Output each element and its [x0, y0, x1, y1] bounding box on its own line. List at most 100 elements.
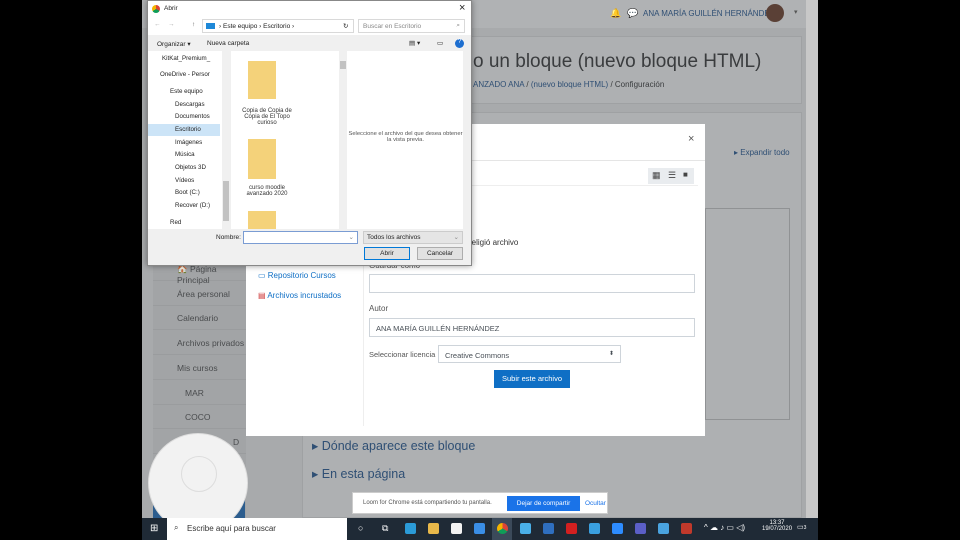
chrome-icon[interactable]: [497, 523, 508, 534]
new-folder-button[interactable]: Nueva carpeta: [207, 40, 249, 47]
author-label: Autor: [369, 304, 389, 313]
stop-sharing-button[interactable]: Dejar de compartir: [507, 496, 580, 511]
search-icon: ⌕: [456, 22, 460, 29]
nav-item-videos[interactable]: Vídeos: [175, 177, 194, 184]
nav-item-music[interactable]: Música: [175, 151, 195, 158]
system-tray-icons[interactable]: ^ ☁ ♪ ▭ ◁): [704, 523, 745, 532]
folder-icon[interactable]: [248, 61, 276, 99]
scrollbar[interactable]: [806, 0, 818, 518]
windows-start-icon[interactable]: ⊞: [150, 523, 158, 534]
nav-item-drive-d[interactable]: Recover (D:): [175, 202, 210, 209]
file-item-name[interactable]: curso moodle avanzado 2020: [237, 185, 297, 197]
app-icon[interactable]: [658, 523, 669, 534]
save-as-input[interactable]: [369, 274, 695, 293]
edge-icon[interactable]: [405, 523, 416, 534]
file-item-name[interactable]: Copia de Copia de Copia de El Topo curio…: [237, 108, 297, 126]
nav-item-onedrive[interactable]: OneDrive - Persor: [160, 71, 210, 78]
repo-cursos-link[interactable]: ▭ Repositorio Cursos: [258, 271, 336, 280]
task-view-icon[interactable]: ⧉: [382, 523, 388, 534]
expand-all-link[interactable]: ▸ Expandir todo: [734, 148, 790, 157]
file-explorer-icon[interactable]: [428, 523, 439, 534]
sidebar-item-calendar[interactable]: Calendario: [153, 306, 246, 330]
sidebar-item-my-courses[interactable]: Mis cursos: [153, 356, 246, 380]
taskbar-search-input[interactable]: ⌕ Escribe aquí para buscar: [167, 518, 347, 540]
breadcrumb: ANZADO ANA / (nuevo bloque HTML) / Confi…: [473, 80, 665, 89]
bell-icon[interactable]: 🔔: [610, 8, 621, 19]
winrar-icon[interactable]: [681, 523, 692, 534]
taskbar: ⊞ ⌕ Escribe aquí para buscar ○ ⧉ ^ ☁ ♪ ▭ …: [142, 518, 818, 540]
forward-icon[interactable]: →: [168, 21, 175, 28]
chat-icon[interactable]: 💬: [627, 8, 638, 19]
address-bar[interactable]: › Este equipo › Escritorio › ↻: [202, 19, 354, 33]
license-label: Seleccionar licencia: [369, 350, 436, 359]
teams-icon[interactable]: [635, 523, 646, 534]
nav-item-this-pc[interactable]: Este equipo: [170, 88, 203, 95]
preview-pane-icon[interactable]: ▭: [437, 39, 443, 47]
nav-item-network[interactable]: Red: [170, 219, 181, 226]
user-name[interactable]: ANA MARÍA GUILLÉN HERNÁNDEZ: [643, 9, 775, 18]
nav-item[interactable]: KitKat_Premium_: [162, 55, 210, 62]
cancel-button[interactable]: Cancelar: [417, 247, 463, 260]
hide-button[interactable]: Ocultar: [585, 500, 606, 507]
loom-sharing-bar: Loom for Chrome está compartiendo tu pan…: [352, 492, 608, 514]
breadcrumb-link[interactable]: ANZADO ANA: [473, 80, 524, 89]
nav-item-documents[interactable]: Documentos: [175, 113, 210, 120]
author-input[interactable]: ANA MARÍA GUILLÉN HERNÁNDEZ: [369, 318, 695, 337]
app-icon[interactable]: [520, 523, 531, 534]
preview-text: Seleccione el archivo del que desea obte…: [348, 131, 463, 143]
nav-item-pictures[interactable]: Imágenes: [175, 139, 202, 146]
app-icon[interactable]: [589, 523, 600, 534]
breadcrumb-current: Configuración: [614, 80, 665, 89]
sidebar-item-private-files[interactable]: Archivos privados: [153, 331, 246, 355]
list-view-icon[interactable]: ☰: [668, 170, 676, 181]
up-icon[interactable]: ↑: [192, 21, 195, 28]
app-icon[interactable]: [543, 523, 554, 534]
section-on-this-page[interactable]: ▸ En esta página: [312, 466, 405, 481]
refresh-icon: ↻: [343, 23, 349, 30]
select-arrows-icon: ⬍: [608, 351, 614, 357]
nav-item-3d-objects[interactable]: Objetos 3D: [175, 164, 206, 171]
mail-icon[interactable]: [474, 523, 485, 534]
help-icon[interactable]: ?: [455, 39, 464, 48]
search-input[interactable]: Buscar en Escritorio ⌕: [358, 19, 465, 33]
back-icon[interactable]: ←: [154, 21, 161, 28]
editor-background: [705, 208, 790, 420]
store-icon[interactable]: [451, 523, 462, 534]
upload-file-button[interactable]: Subir este archivo: [494, 370, 570, 388]
file-scrollbar[interactable]: [339, 51, 347, 229]
acrobat-icon[interactable]: [566, 523, 577, 534]
clock[interactable]: 13:37 19/07/2020: [762, 520, 792, 532]
chevron-down-icon[interactable]: ▾: [794, 8, 798, 16]
repo-embedded-files-link[interactable]: ▤ Archivos incrustados: [258, 291, 341, 300]
organize-button[interactable]: Organizar ▾: [157, 40, 191, 48]
close-icon[interactable]: ×: [688, 133, 694, 145]
file-type-select[interactable]: Todos los archivos ⌄: [363, 231, 463, 244]
folder-icon[interactable]: [248, 139, 276, 179]
nav-scrollbar[interactable]: [222, 51, 230, 229]
section-where-block-appears[interactable]: ▸ Dónde aparece este bloque: [312, 438, 475, 453]
folder-icon[interactable]: [248, 211, 276, 229]
view-options-icon[interactable]: ▤ ▾: [409, 39, 420, 47]
notifications-icon[interactable]: ▭3: [797, 523, 806, 531]
filename-input[interactable]: ⌄: [243, 231, 358, 244]
sidebar-item-course-mar[interactable]: MAR: [153, 381, 246, 405]
preview-pane: Seleccione el archivo del que desea obte…: [348, 51, 463, 229]
avatar[interactable]: [766, 4, 784, 22]
license-select[interactable]: Creative Commons ⬍: [438, 345, 621, 363]
folder-view-icon[interactable]: ■: [683, 170, 688, 179]
nav-item-desktop[interactable]: Escritorio: [175, 126, 201, 133]
search-icon: ⌕: [174, 523, 179, 532]
grid-view-icon[interactable]: ▦: [652, 170, 661, 181]
sidebar-item-course-coco[interactable]: COCO: [153, 405, 246, 429]
user-placeholder-icon: [181, 456, 217, 492]
no-file-chosen: e eligió archivo: [465, 238, 519, 247]
nav-item-downloads[interactable]: Descargas: [175, 101, 205, 108]
open-file-dialog: Abrir × ← → ↑ › Este equipo › Escritorio…: [147, 0, 472, 266]
cortana-icon[interactable]: ○: [358, 523, 363, 533]
sidebar-item-dashboard[interactable]: Área personal: [153, 282, 246, 306]
nav-item-drive-c[interactable]: Boot (C:): [175, 189, 200, 196]
close-icon[interactable]: ×: [459, 2, 465, 14]
zoom-icon[interactable]: [612, 523, 623, 534]
breadcrumb-link[interactable]: (nuevo bloque HTML): [531, 80, 608, 89]
open-button[interactable]: Abrir: [364, 247, 410, 260]
